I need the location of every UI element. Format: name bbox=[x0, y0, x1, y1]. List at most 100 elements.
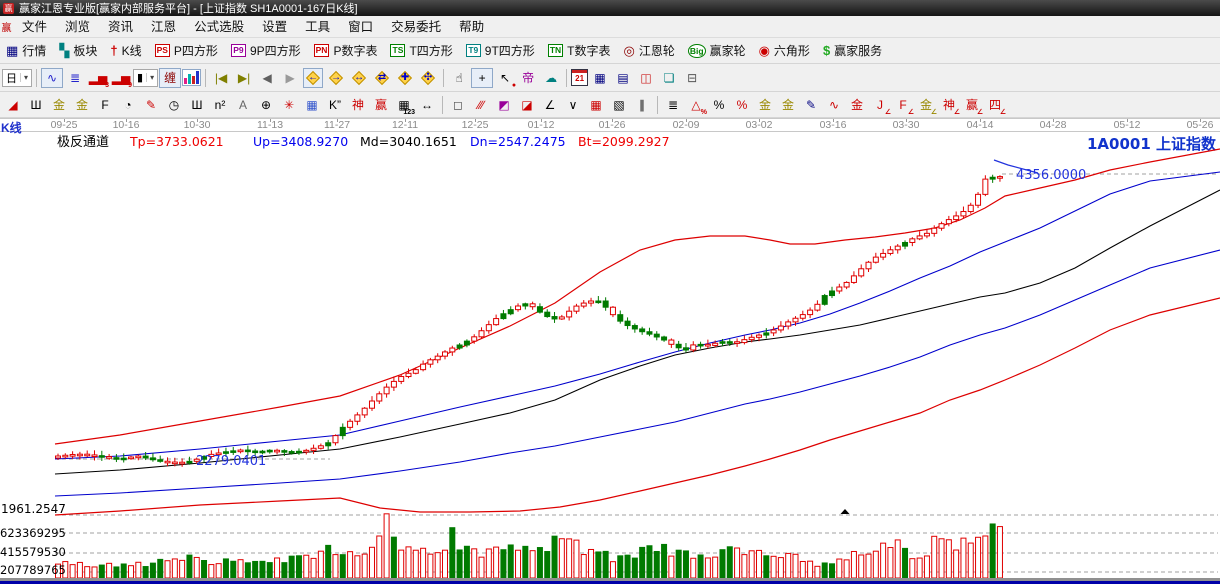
red-glyph[interactable]: 缠 bbox=[159, 68, 181, 88]
shen-angle-tool[interactable]: 神∠ bbox=[938, 95, 960, 115]
bars-3[interactable]: ▂▅3 bbox=[87, 68, 109, 88]
purple-fan-tool[interactable]: ◩ bbox=[493, 95, 515, 115]
menu-item-7[interactable]: 窗口 bbox=[339, 16, 382, 38]
menu-item-5[interactable]: 设置 bbox=[253, 16, 296, 38]
red-grid-tool[interactable]: ▦ bbox=[585, 95, 607, 115]
parallel-lines-tool[interactable]: ∥ bbox=[631, 95, 653, 115]
toolbar-item-quotes[interactable]: ▦行情 bbox=[2, 40, 50, 61]
calendar[interactable]: 21 bbox=[571, 69, 588, 86]
comb-tool[interactable]: Ш bbox=[186, 95, 208, 115]
calculator[interactable]: ▦ bbox=[589, 68, 611, 88]
red-fan-tool[interactable]: ∕∕∕ bbox=[470, 95, 492, 115]
menu-item-1[interactable]: 浏览 bbox=[56, 16, 99, 38]
si-angle-tool[interactable]: 四∠ bbox=[984, 95, 1006, 115]
gold-grid2-tool[interactable]: 金 bbox=[71, 95, 93, 115]
time-circle-tool[interactable]: ◷ bbox=[163, 95, 185, 115]
toolbar-item-winner-service[interactable]: $赢家服务 bbox=[819, 40, 886, 61]
last-bar[interactable]: ▶| bbox=[233, 68, 255, 88]
pan-right[interactable]: → bbox=[326, 68, 346, 88]
f-angle-tool[interactable]: F∠ bbox=[892, 95, 914, 115]
ying-tool[interactable]: 赢 bbox=[370, 95, 392, 115]
box-axes-tool[interactable]: ◻ bbox=[447, 95, 469, 115]
expand-horizontal[interactable]: ↔ bbox=[349, 68, 369, 88]
zoom-plus[interactable]: ✚ bbox=[395, 68, 415, 88]
pan-left[interactable]: ← bbox=[303, 68, 323, 88]
toolbar-item-t-square[interactable]: TST四方形 bbox=[386, 40, 456, 61]
gann-line-tool[interactable]: ◢ bbox=[2, 95, 24, 115]
ruler-comb-tool[interactable]: Ш bbox=[25, 95, 47, 115]
toolbar-item-hexagon[interactable]: ◉六角形 bbox=[755, 40, 814, 61]
gold-red-tool[interactable]: 金 bbox=[846, 95, 868, 115]
grid-123-tool[interactable]: ▦123 bbox=[393, 95, 415, 115]
histogram[interactable] bbox=[182, 69, 201, 86]
red-wave-tool[interactable]: ∿ bbox=[823, 95, 845, 115]
grid-arrow-tool[interactable]: ▧ bbox=[608, 95, 630, 115]
purple-glyph-tool[interactable]: 帝 bbox=[517, 68, 539, 88]
period-day-selector[interactable]: 日▾ bbox=[2, 69, 32, 87]
menu-item-9[interactable]: 帮助 bbox=[450, 16, 493, 38]
box-rays-tool[interactable]: ◪ bbox=[516, 95, 538, 115]
next-bar[interactable]: ▶ bbox=[279, 68, 301, 88]
toolbar-item-9t-square[interactable]: T99T四方形 bbox=[462, 40, 539, 61]
title-bar[interactable]: 赢 赢家江恩专业版[赢家内部服务平台] - [上证指数 SH1A0001-167… bbox=[0, 0, 1220, 16]
compress-horizontal[interactable]: ⇄ bbox=[372, 68, 392, 88]
gold-angle-tool[interactable]: 金∠ bbox=[915, 95, 937, 115]
prev-bar[interactable]: ◀ bbox=[256, 68, 278, 88]
toolbar-item-9p-square[interactable]: P99P四方形 bbox=[227, 40, 305, 61]
wave-check-tool[interactable]: ∨ bbox=[562, 95, 584, 115]
menu-item-0[interactable]: 文件 bbox=[13, 16, 56, 38]
star-tool[interactable]: ✳ bbox=[278, 95, 300, 115]
j-angle-tool[interactable]: J∠ bbox=[869, 95, 891, 115]
percent-lines-tool[interactable]: % bbox=[731, 95, 753, 115]
spiral-tool[interactable]: ◔ bbox=[117, 95, 139, 115]
crosshair-tool[interactable]: + bbox=[471, 68, 493, 88]
toolbar-item-winner-wheel[interactable]: Big赢家轮 bbox=[684, 40, 750, 61]
cloud-tool[interactable]: ☁ bbox=[540, 68, 562, 88]
pencil2-tool[interactable]: ✎ bbox=[800, 95, 822, 115]
toolbar-item-t-number-table[interactable]: TNT数字表 bbox=[544, 40, 615, 61]
ying-angle-tool[interactable]: 赢∠ bbox=[961, 95, 983, 115]
toolbar-item-gann-wheel[interactable]: ◎江恩轮 bbox=[620, 40, 679, 61]
network[interactable]: ❏ bbox=[658, 68, 680, 88]
first-bar[interactable]: |◀ bbox=[210, 68, 232, 88]
toolbar-item-sectors[interactable]: ▚板块 bbox=[55, 40, 101, 61]
toolbar-item-kline[interactable]: †K线 bbox=[106, 40, 145, 61]
menu-item-3[interactable]: 江恩 bbox=[142, 16, 185, 38]
gold-circle-tool[interactable]: 金 bbox=[754, 95, 776, 115]
f-ruler-tool[interactable]: F bbox=[94, 95, 116, 115]
menu-item-8[interactable]: 交易委托 bbox=[382, 16, 450, 38]
gann-fan-circle-tool[interactable]: ⊕ bbox=[255, 95, 277, 115]
hand-tool[interactable]: ☝ bbox=[448, 68, 470, 88]
width-arrows-tool[interactable]: ↔ bbox=[416, 95, 438, 115]
blue-wave-tool[interactable]: ∿ bbox=[41, 68, 63, 88]
shen-tool[interactable]: 神 bbox=[347, 95, 369, 115]
blue-grid-tool[interactable]: ▦ bbox=[301, 95, 323, 115]
menu-item-6[interactable]: 工具 bbox=[296, 16, 339, 38]
gold-lines-tool[interactable]: 金 bbox=[777, 95, 799, 115]
n-square-tool[interactable]: n² bbox=[209, 95, 231, 115]
e-bars-tool[interactable]: ≣ bbox=[662, 95, 684, 115]
angle-lines-tool[interactable]: ∠ bbox=[539, 95, 561, 115]
zoom-all[interactable]: ✣ bbox=[418, 68, 438, 88]
menu-item-4[interactable]: 公式选股 bbox=[185, 16, 253, 38]
percent-triangle-tool[interactable]: △% bbox=[685, 95, 707, 115]
bars-9[interactable]: ▂▅9 bbox=[110, 68, 132, 88]
toolbar-item-p-number-table[interactable]: PNP数字表 bbox=[310, 40, 382, 61]
child-window-icon[interactable]: 赢 bbox=[0, 19, 13, 34]
pencil-tool[interactable]: ✎ bbox=[140, 95, 162, 115]
percent-tool[interactable]: % bbox=[708, 95, 730, 115]
toolbar-item-p-square[interactable]: PSP四方形 bbox=[151, 40, 222, 61]
delete-line-tool[interactable]: ↖● bbox=[494, 68, 516, 88]
printer[interactable]: ⊟ bbox=[681, 68, 703, 88]
kline-chart-canvas[interactable]: 极反通道Tp=3733.0621Up=3408.9270Md=3040.1651… bbox=[0, 132, 1220, 584]
kline-tab[interactable]: K线 bbox=[1, 119, 22, 136]
gold-grid-tool[interactable]: 金 bbox=[48, 95, 70, 115]
save[interactable]: ◫ bbox=[635, 68, 657, 88]
notebook[interactable]: ▤ bbox=[612, 68, 634, 88]
menu-item-2[interactable]: 资讯 bbox=[99, 16, 142, 38]
k-quote-tool[interactable]: K” bbox=[324, 95, 346, 115]
bars-9-sub: 9 bbox=[128, 82, 132, 89]
info-doc[interactable]: ≣ bbox=[64, 68, 86, 88]
a-angle-tool[interactable]: A bbox=[232, 95, 254, 115]
candle-style-selector[interactable]: ▮▾ bbox=[133, 69, 158, 87]
